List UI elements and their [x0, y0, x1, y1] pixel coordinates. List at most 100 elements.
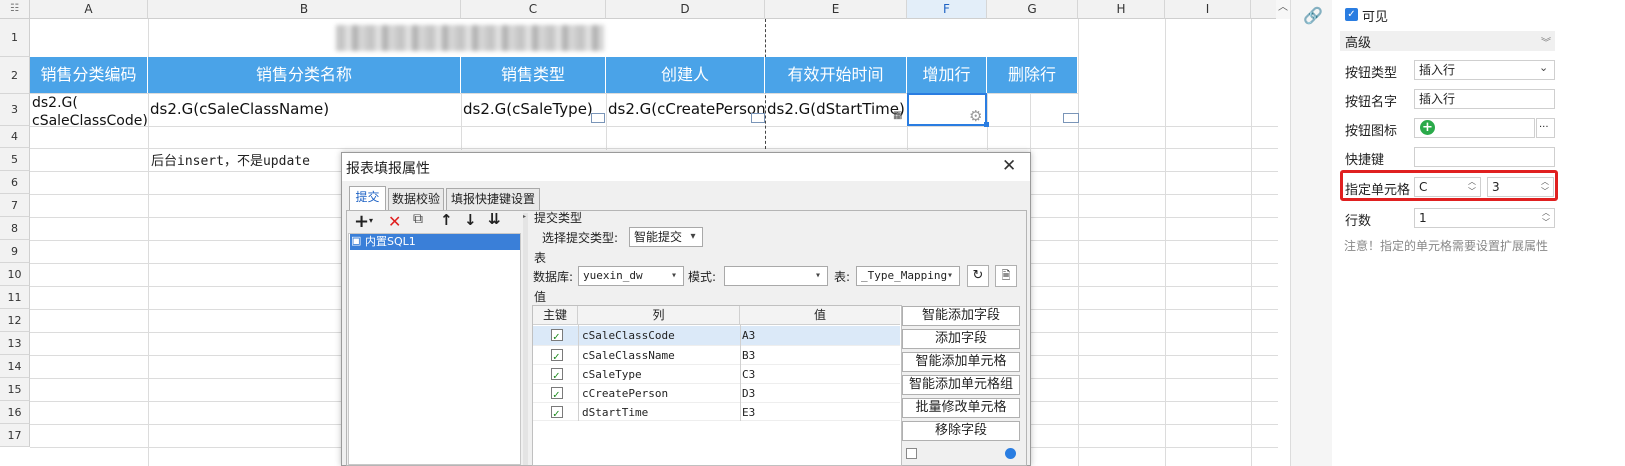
grid-row[interactable]: cSaleClassCode A3	[533, 326, 900, 346]
column-value[interactable]: B3	[742, 346, 755, 365]
header-cell-e2[interactable]: 有效开始时间	[765, 57, 907, 93]
row-header-6[interactable]: 6	[0, 171, 30, 194]
primary-key-checkbox[interactable]	[551, 327, 563, 346]
row-header-2[interactable]: 2	[0, 57, 30, 94]
row-header-9[interactable]: 9	[0, 240, 30, 263]
cell-d3[interactable]: ds2.G(cCreatePerson)	[606, 94, 765, 126]
delete-icon[interactable]: ✕	[388, 212, 401, 231]
cell-e3[interactable]: ds2.G(dStartTime)	[765, 94, 907, 126]
report-fill-properties-dialog[interactable]: 报表填报属性 ✕ 提交 数据校验 填报快捷键设置 + ▾ ✕ ⧉ ↑ ↓ ⇊ ▣…	[341, 152, 1031, 466]
row-header-1[interactable]: 1	[0, 19, 30, 57]
row-header-7[interactable]: 7	[0, 194, 30, 217]
grid-row[interactable]: cCreatePerson D3	[533, 383, 900, 404]
partial-checkbox[interactable]	[906, 448, 917, 459]
splitter[interactable]: ▸	[523, 213, 528, 465]
grid-row[interactable]: dStartTime E3	[533, 402, 900, 423]
grid-header-pk[interactable]: 主键	[533, 306, 578, 325]
row-header-10[interactable]: 10	[0, 263, 30, 286]
tab-data-validation[interactable]: 数据校验	[388, 188, 444, 210]
grid-row[interactable]: cSaleClassName B3	[533, 345, 900, 366]
move-up-icon[interactable]: ↑	[440, 211, 453, 229]
tab-submit[interactable]: 提交	[349, 186, 386, 211]
submit-type-select[interactable]: 智能提交 ▾	[629, 227, 703, 247]
row-header-14[interactable]: 14	[0, 355, 30, 378]
move-down-icon[interactable]: ↓	[464, 211, 477, 229]
preview-icon[interactable]: 🗎	[995, 265, 1017, 287]
visible-checkbox[interactable]: ✓	[1345, 8, 1358, 21]
close-icon[interactable]: ✕	[1002, 156, 1016, 176]
row-header-15[interactable]: 15	[0, 378, 30, 401]
smart-add-cell-button[interactable]: 智能添加单元格	[902, 352, 1020, 372]
column-header-g[interactable]: G	[987, 0, 1078, 19]
remove-field-button[interactable]: 移除字段	[902, 421, 1020, 441]
cell-a3[interactable]: ds2.G( cSaleClassCode)	[30, 94, 148, 126]
column-header-b[interactable]: B	[148, 0, 461, 19]
sql-tree-list[interactable]	[348, 233, 521, 465]
column-header-h[interactable]: H	[1078, 0, 1165, 19]
row-header-17[interactable]: 17	[0, 424, 30, 447]
primary-key-checkbox[interactable]	[551, 404, 563, 423]
column-header-i[interactable]: I	[1165, 0, 1251, 19]
grid-header-value[interactable]: 值	[740, 306, 900, 325]
copy-icon[interactable]: ⧉	[413, 211, 423, 227]
header-cell-b2[interactable]: 销售分类名称	[148, 57, 461, 93]
cell-c3[interactable]: ds2.G(cSaleType)	[461, 94, 606, 126]
row-header-11[interactable]: 11	[0, 286, 30, 309]
column-header-a[interactable]: A	[30, 0, 148, 19]
chevron-down-icon[interactable]: ⌄	[1539, 61, 1548, 74]
refresh-icon[interactable]: ↻	[967, 265, 989, 287]
selection-handle[interactable]	[984, 122, 989, 127]
table-select[interactable]: _Type_Mapping ▾	[856, 266, 960, 286]
sort-down-icon[interactable]: ⇊	[488, 210, 501, 228]
column-header-d[interactable]: D	[606, 0, 765, 19]
row-header-5[interactable]: 5	[0, 148, 30, 171]
tab-fill-shortcut[interactable]: 填报快捷键设置	[446, 188, 540, 210]
dropdown-arrow-icon[interactable]: ▾	[369, 216, 373, 225]
header-cell-d2[interactable]: 创建人	[606, 57, 765, 93]
select-all-corner[interactable]: ☷	[0, 0, 30, 19]
add-field-button[interactable]: 添加字段	[902, 329, 1020, 349]
row-header-3[interactable]: 3	[0, 94, 30, 126]
header-cell-c2[interactable]: 销售类型	[461, 57, 606, 93]
dialog-titlebar[interactable]	[342, 153, 1030, 181]
smart-add-cell-group-button[interactable]: 智能添加单元格组	[902, 375, 1020, 395]
grid-header-column[interactable]: 列	[578, 306, 740, 325]
button-type-select[interactable]: 插入行	[1414, 60, 1555, 80]
stepper-icon[interactable]: ︿ ﹀	[1463, 177, 1481, 197]
header-cell-f2[interactable]: 增加行	[907, 57, 987, 93]
smart-add-field-button[interactable]: 智能添加字段	[902, 306, 1020, 326]
primary-key-checkbox[interactable]	[551, 347, 563, 366]
header-cell-a2[interactable]: 销售分类编码	[30, 57, 148, 93]
row-header-13[interactable]: 13	[0, 332, 30, 355]
row-header-16[interactable]: 16	[0, 401, 30, 424]
cell-b5-note[interactable]: 后台insert，不是update	[151, 150, 310, 169]
mode-select[interactable]: ▾	[724, 266, 828, 286]
column-value[interactable]: C3	[742, 365, 755, 384]
primary-key-checkbox[interactable]	[551, 385, 563, 404]
database-select[interactable]: yuexin_dw ▾	[578, 266, 684, 286]
rows-input[interactable]: 1	[1414, 208, 1555, 228]
add-icon[interactable]: +	[354, 211, 369, 232]
stepper-icon[interactable]: ︿ ﹀	[1537, 208, 1555, 228]
row-header-4[interactable]: 4	[0, 126, 30, 148]
advanced-section-header[interactable]	[1340, 31, 1555, 51]
scroll-up-icon[interactable]: ︿	[1276, 0, 1290, 19]
button-name-input[interactable]: 插入行	[1414, 89, 1555, 109]
row-header-12[interactable]: 12	[0, 309, 30, 332]
cell-b3[interactable]: ds2.G(cSaleClassName)	[148, 94, 461, 126]
batch-modify-cell-button[interactable]: 批量修改单元格	[902, 398, 1020, 418]
column-header-c[interactable]: C	[461, 0, 606, 19]
grid-row[interactable]: cSaleType C3	[533, 364, 900, 385]
column-value[interactable]: A3	[742, 326, 755, 345]
chevron-down-icon[interactable]: ︾	[1541, 34, 1551, 49]
header-cell-g2[interactable]: 删除行	[987, 57, 1078, 93]
button-icon-more-button[interactable]: ···	[1536, 118, 1555, 138]
column-value[interactable]: E3	[742, 403, 755, 422]
column-header-e[interactable]: E	[765, 0, 907, 19]
link-icon[interactable]: 🔗	[1303, 6, 1323, 25]
primary-key-checkbox[interactable]	[551, 366, 563, 385]
column-value[interactable]: D3	[742, 384, 755, 403]
column-header-f[interactable]: F	[907, 0, 987, 19]
stepper-icon[interactable]: ︿ ﹀	[1536, 177, 1554, 197]
gear-icon[interactable]: ⚙	[969, 107, 982, 125]
